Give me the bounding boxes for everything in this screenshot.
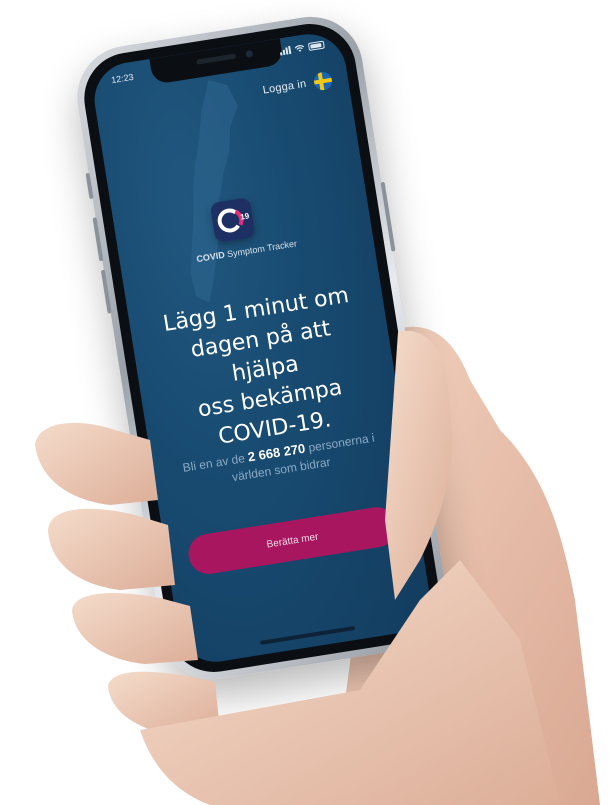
sweden-flag-icon[interactable] bbox=[312, 70, 334, 92]
home-indicator bbox=[259, 625, 356, 645]
volume-up-button bbox=[92, 217, 104, 262]
status-time: 12:23 bbox=[110, 71, 135, 86]
volume-down-button bbox=[100, 269, 112, 314]
scene: 12:23 Logga in 19 COVID Symptom Tracker … bbox=[0, 0, 613, 805]
tell-more-button[interactable]: Berätta mer bbox=[185, 504, 400, 577]
sweden-map-icon bbox=[190, 80, 238, 303]
screen: 12:23 Logga in 19 COVID Symptom Tracker … bbox=[89, 28, 435, 668]
status-icons bbox=[279, 40, 325, 56]
app-logo-text: 19 bbox=[239, 211, 250, 222]
app-logo-icon: 19 bbox=[209, 197, 256, 243]
login-row: Logga in bbox=[262, 70, 334, 100]
battery-icon bbox=[307, 40, 325, 51]
signal-icon bbox=[279, 45, 292, 56]
wifi-icon bbox=[294, 45, 305, 52]
mute-switch bbox=[85, 172, 94, 200]
login-link[interactable]: Logga in bbox=[262, 78, 307, 97]
phone-bezel: 12:23 Logga in 19 COVID Symptom Tracker … bbox=[77, 17, 447, 679]
phone: 12:23 Logga in 19 COVID Symptom Tracker … bbox=[69, 9, 455, 687]
